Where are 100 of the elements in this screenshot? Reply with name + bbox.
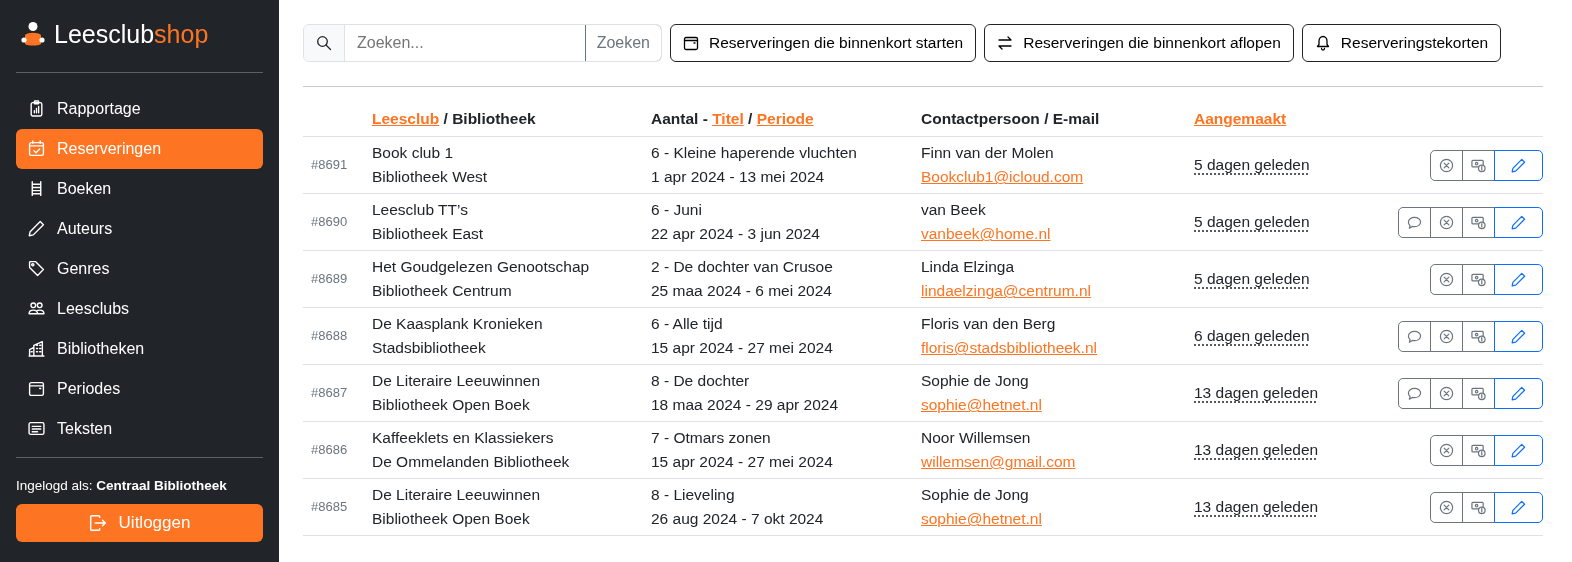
payment-button[interactable] xyxy=(1462,377,1495,409)
reservation-id: #8688 xyxy=(311,328,348,344)
book-title: 6 - Kleine haperende vluchten xyxy=(651,143,858,164)
book-title: 2 - De dochter van Crusoe xyxy=(651,257,834,278)
brand-name-part: Leesclub xyxy=(54,20,155,48)
sidebar-item[interactable]: Teksten xyxy=(16,408,263,449)
circle-x-icon xyxy=(1439,271,1454,287)
cancel-button[interactable] xyxy=(1430,434,1463,466)
cancel-button[interactable] xyxy=(1430,263,1463,295)
circle-x-icon xyxy=(1439,214,1454,230)
sidebar-item[interactable]: Bibliotheken xyxy=(16,328,263,369)
pencil-icon xyxy=(1511,499,1526,515)
contact-name: van Beek xyxy=(921,200,987,221)
payment-button[interactable] xyxy=(1462,263,1495,295)
book-title: 8 - Lieveling xyxy=(651,485,736,506)
library-name: Stadsbibliotheek xyxy=(372,338,487,359)
search-button[interactable]: Zoeken xyxy=(584,25,661,61)
search-field[interactable]: Zoeken... Zoeken xyxy=(303,24,662,62)
brand-name-part: shop xyxy=(154,20,209,48)
sidebar-item[interactable]: Reserveringen xyxy=(16,128,263,169)
email-link[interactable]: willemsen@gmail.com xyxy=(921,453,1076,471)
sort-link[interactable]: Leesclub xyxy=(372,110,440,127)
pencil-icon xyxy=(28,220,45,237)
cancel-button[interactable] xyxy=(1430,149,1463,181)
cancel-button[interactable] xyxy=(1430,491,1463,523)
swap-arrows-icon xyxy=(997,35,1014,51)
filter-button[interactable]: Reserveringen die binnenkort starten xyxy=(670,24,977,62)
library-name: De Ommelanden Bibliotheek xyxy=(372,452,571,473)
clipboard-chart-icon xyxy=(28,100,45,117)
comment-button[interactable] xyxy=(1398,377,1431,409)
sort-link[interactable]: Aangemaakt xyxy=(1194,110,1287,127)
created-time: 13 dagen geleden xyxy=(1194,441,1319,459)
book-title: 6 - Alle tijd xyxy=(651,314,724,335)
calendar-check-icon xyxy=(28,140,45,157)
email-link[interactable]: vanbeek@home.nl xyxy=(921,225,1051,243)
bell-icon xyxy=(1314,35,1331,51)
reservation-id: #8689 xyxy=(311,271,348,287)
cancel-button[interactable] xyxy=(1430,206,1463,238)
edit-button[interactable] xyxy=(1494,149,1543,181)
circle-x-icon xyxy=(1439,499,1454,515)
speech-bubble-icon xyxy=(1407,214,1422,230)
sidebar-item[interactable]: Genres xyxy=(16,248,263,289)
club-name: Het Goudgelezen Genootschap xyxy=(372,257,591,278)
edit-button[interactable] xyxy=(1494,263,1543,295)
edit-button[interactable] xyxy=(1494,320,1543,352)
email-link[interactable]: Bookclub1@icloud.com xyxy=(921,168,1084,186)
reservation-id: #8691 xyxy=(311,157,348,173)
payment-button[interactable] xyxy=(1462,434,1495,466)
period-dates: 15 apr 2024 - 27 mei 2024 xyxy=(651,338,834,359)
sort-link[interactable]: Periode xyxy=(756,110,814,127)
logged-in-label: Ingelogd als: xyxy=(16,477,93,493)
created-time: 13 dagen geleden xyxy=(1194,498,1319,516)
cancel-button[interactable] xyxy=(1430,320,1463,352)
pencil-icon xyxy=(1511,328,1526,344)
cancel-button[interactable] xyxy=(1430,377,1463,409)
edit-button[interactable] xyxy=(1494,491,1543,523)
circle-x-icon xyxy=(1439,385,1454,401)
filter-button[interactable]: Reserveringen die binnenkort aflopen xyxy=(984,24,1294,62)
email-link[interactable]: sophie@hetnet.nl xyxy=(921,510,1042,528)
club-name: Kaffeeklets en Klassiekers xyxy=(372,428,555,449)
payment-button[interactable] xyxy=(1462,491,1495,523)
contact-name: Noor Willemsen xyxy=(921,428,1032,449)
cash-coin-icon xyxy=(1471,385,1486,401)
calendar-icon xyxy=(683,35,699,51)
pencil-icon xyxy=(1511,442,1526,458)
payment-button[interactable] xyxy=(1462,149,1495,181)
sidebar-item[interactable]: Periodes xyxy=(16,368,263,409)
sidebar-item[interactable]: Boeken xyxy=(16,168,263,209)
period-dates: 15 apr 2024 - 27 mei 2024 xyxy=(651,452,834,473)
sort-link[interactable]: Titel xyxy=(712,110,744,127)
edit-button[interactable] xyxy=(1494,377,1543,409)
library-name: Bibliotheek West xyxy=(372,167,489,188)
period-dates: 26 aug 2024 - 7 okt 2024 xyxy=(651,509,825,530)
book-title: 8 - De dochter xyxy=(651,371,751,392)
sidebar-item[interactable]: Auteurs xyxy=(16,208,263,249)
reservation-id: #8690 xyxy=(311,214,348,230)
pencil-icon xyxy=(1511,271,1526,287)
circle-x-icon xyxy=(1439,157,1454,173)
comment-button[interactable] xyxy=(1398,320,1431,352)
sidebar-item[interactable]: Rapportage xyxy=(16,88,263,129)
reservation-id: #8686 xyxy=(311,442,348,458)
club-name: De Literaire Leeuwinnen xyxy=(372,485,542,506)
comment-button[interactable] xyxy=(1398,206,1431,238)
column-header: Aantal - xyxy=(651,110,708,127)
period-dates: 18 maa 2024 - 29 apr 2024 xyxy=(651,395,839,416)
buildings-icon xyxy=(28,340,45,357)
edit-button[interactable] xyxy=(1494,434,1543,466)
created-time: 5 dagen geleden xyxy=(1194,213,1310,231)
cash-coin-icon xyxy=(1471,328,1486,344)
email-link[interactable]: floris@stadsbibliotheek.nl xyxy=(921,339,1097,357)
email-link[interactable]: sophie@hetnet.nl xyxy=(921,396,1042,414)
email-link[interactable]: lindaelzinga@centrum.nl xyxy=(921,282,1091,300)
payment-button[interactable] xyxy=(1462,206,1495,238)
logout-button[interactable]: Uitloggen xyxy=(16,504,263,542)
payment-button[interactable] xyxy=(1462,320,1495,352)
library-name: Bibliotheek Open Boek xyxy=(372,509,531,530)
edit-button[interactable] xyxy=(1494,206,1543,238)
period-dates: 25 maa 2024 - 6 mei 2024 xyxy=(651,281,833,302)
sidebar-item[interactable]: Leesclubs xyxy=(16,288,263,329)
filter-button[interactable]: Reserveringstekorten xyxy=(1301,24,1502,62)
